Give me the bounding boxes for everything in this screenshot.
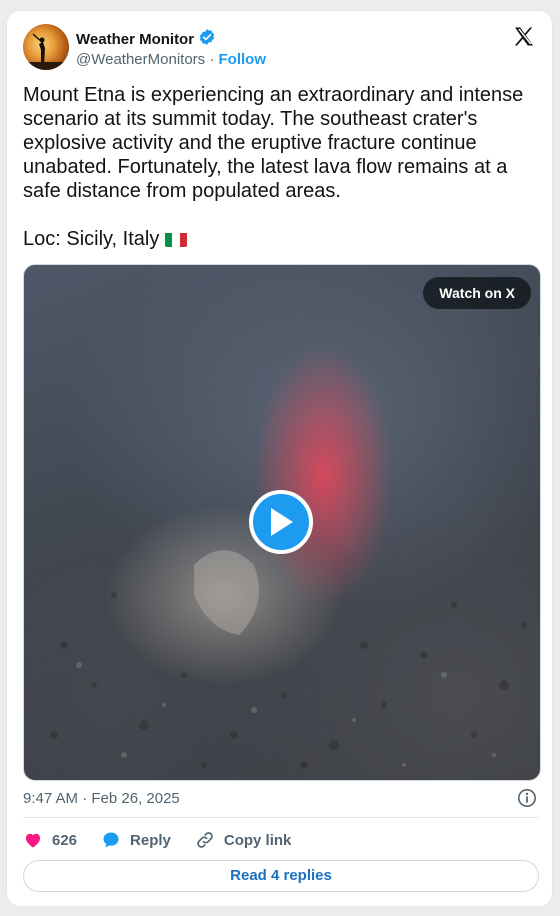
play-button[interactable] xyxy=(249,490,313,554)
avatar[interactable] xyxy=(23,24,69,70)
verified-badge-icon xyxy=(198,28,216,51)
author-name-row: Weather Monitor xyxy=(76,28,216,51)
divider xyxy=(23,817,539,818)
like-button[interactable]: 626 xyxy=(23,830,77,850)
tweet-timestamp[interactable]: 9:47 AM · Feb 26, 2025 xyxy=(23,790,180,807)
tweet-text: Mount Etna is experiencing an extraordin… xyxy=(23,83,538,251)
reply-bubble-icon xyxy=(103,832,119,848)
x-logo-icon[interactable] xyxy=(512,25,536,49)
link-icon xyxy=(197,832,213,848)
reply-label: Reply xyxy=(130,831,171,849)
author-handle-row: @WeatherMonitors · Follow xyxy=(76,51,266,68)
video-thumbnail[interactable]: Watch on X xyxy=(23,264,541,781)
play-icon xyxy=(271,508,293,536)
action-bar: 626 Reply Copy link xyxy=(23,828,315,852)
heart-icon xyxy=(25,833,41,848)
copy-link-button[interactable]: Copy link xyxy=(195,830,292,850)
tweet-card: Weather Monitor @WeatherMonitors · Follo… xyxy=(6,10,553,907)
author-name[interactable]: Weather Monitor xyxy=(76,31,194,48)
tweet-body: Mount Etna is experiencing an extraordin… xyxy=(23,84,529,202)
follow-link[interactable]: Follow xyxy=(219,51,267,68)
location-line: Loc: Sicily, Italy xyxy=(23,228,160,250)
copy-link-label: Copy link xyxy=(223,831,292,849)
reply-button[interactable]: Reply xyxy=(101,830,171,850)
read-replies-button[interactable]: Read 4 replies xyxy=(23,860,539,892)
author-handle[interactable]: @WeatherMonitors xyxy=(76,51,205,68)
like-count: 626 xyxy=(52,831,78,849)
info-icon[interactable] xyxy=(517,788,537,808)
handle-separator: · xyxy=(209,51,215,68)
italy-flag-icon xyxy=(164,231,187,247)
watch-on-x-button[interactable]: Watch on X xyxy=(423,277,531,309)
